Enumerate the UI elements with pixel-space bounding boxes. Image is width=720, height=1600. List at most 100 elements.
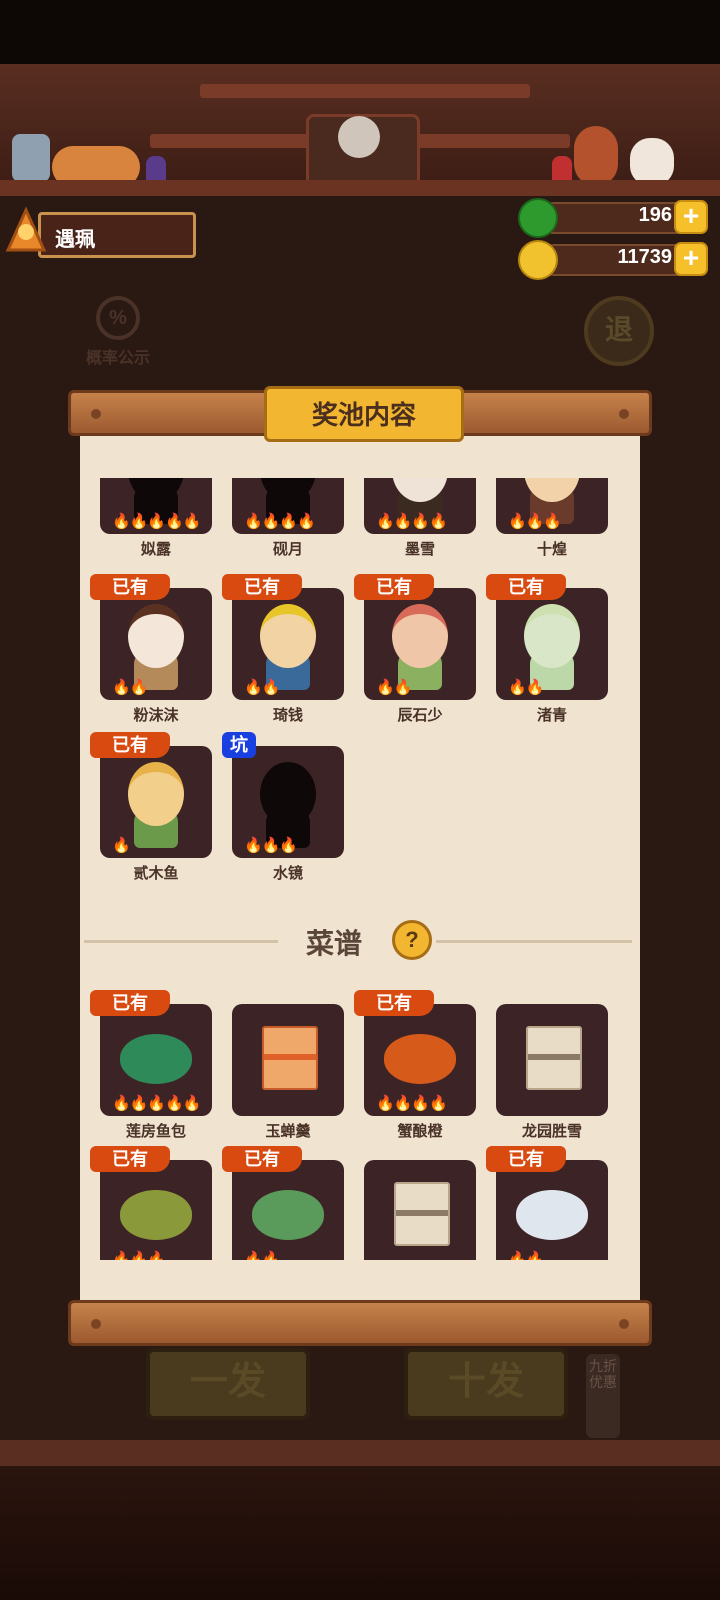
roof-backdrop [0,64,720,194]
recipe-section-header: 菜谱 ? [80,916,640,966]
character-card[interactable]: 🔥🔥 已有 粉沫沫 [90,574,212,724]
rarity-flames: 🔥🔥🔥🔥 [376,1095,448,1112]
character-portrait [260,762,316,826]
player-name: 遇珮 [55,229,95,251]
recipe-card[interactable]: 🔥🔥🔥 已有 [90,1146,212,1260]
chef-character-icon [574,126,618,186]
character-portrait [524,604,580,668]
modal-title: 奖池内容 [311,400,416,430]
character-card[interactable]: 🔥🔥 已有辰石少 [354,574,476,724]
character-portrait [128,604,184,668]
rarity-flames: 🔥🔥 [244,1251,280,1260]
card-label: 砚月 [272,541,303,558]
character-card[interactable]: 🔥🔥🔥 十煌 [496,478,608,558]
card-label: 粉沫沫 [133,707,179,724]
shelf [0,180,720,196]
card-label: 渚青 [536,707,567,724]
scroll-rod-bottom [68,1300,652,1346]
help-icon[interactable]: ? [392,920,432,960]
rarity-flames: 🔥🔥🔥🔥 [244,513,316,530]
rarity-flames: 🔥🔥🔥 [508,513,562,530]
character-card[interactable]: 🔥🔥🔥🔥 砚月 [232,478,344,558]
player-rank-icon [5,206,47,252]
add-coins-button[interactable]: + [674,242,708,276]
paw-poster-icon [12,134,50,182]
card-tile: 🔥🔥🔥🔥🔥 [100,478,212,534]
recipe-card[interactable]: 🔥🔥🔥🔥 已有 蟹酿橙 [354,990,476,1140]
card-tile: 🔥🔥🔥🔥 [364,1004,476,1116]
owned-badge: 已有 [90,1146,170,1172]
roof-beam [200,84,530,98]
status-bar [0,0,720,64]
card-label: 莲房鱼包 [125,1123,186,1140]
card-label: 蟹酿橙 [397,1123,443,1140]
card-tile: 🔥🔥🔥 [100,1160,212,1260]
modal-title-plate: 奖池内容 [264,386,464,442]
dish-icon [120,1034,192,1084]
pit-badge: 坑 [222,732,256,758]
character-card[interactable]: 🔥🔥🔥🔥🔥 姒露 [100,478,212,558]
recipe-card[interactable]: 🔥🔥🔥🔥🔥 已有 莲房鱼包 [90,990,212,1140]
prize-list[interactable]: 🔥🔥🔥🔥🔥 姒露 🔥🔥🔥🔥 砚月 🔥🔥🔥🔥 墨雪 🔥🔥🔥 十煌 🔥🔥 已有 粉沫沫 🔥🔥 已有 琦钱 🔥🔥 已… [80,478,640,1260]
card-label: 十煌 [536,541,567,558]
divider [436,940,632,943]
coin-icon [518,240,558,280]
rarity-flames: 🔥🔥 [376,679,412,696]
rarity-flames: 🔥🔥🔥🔥 [376,513,448,530]
white-cat-icon [630,138,674,186]
character-portrait [392,604,448,668]
percent-icon: % [96,296,140,340]
recipe-section-title: 菜谱 [306,928,363,959]
card-tile: 🔥🔥 [496,1160,608,1260]
player-name-box: 遇珮 [38,212,196,258]
character-portrait [260,604,316,668]
jade-icon [518,198,558,238]
card-label: 姒露 [140,541,171,558]
recipe-card[interactable]: 龙园胜雪 [496,1004,608,1140]
character-card[interactable]: 🔥🔥 已有 琦钱 [222,574,344,724]
card-tile [496,1004,608,1116]
owned-badge: 已有 [222,1146,302,1172]
single-pull-button[interactable]: 一发 [146,1348,310,1420]
player-name-badge[interactable]: 遇珮 [4,206,196,258]
exit-button[interactable]: 退 [584,296,654,366]
recipe-scroll-icon [394,1182,450,1246]
card-tile: 🔥🔥 [232,1160,344,1260]
owned-badge: 已有 [90,732,170,758]
card-label: 龙园胜雪 [521,1123,582,1140]
card-label: 水镜 [272,865,303,882]
character-card[interactable]: 🔥🔥🔥 坑水镜 [222,732,344,882]
card-tile: 🔥🔥 [364,588,476,700]
probability-label: 概率公示 [85,350,150,367]
character-card[interactable]: 🔥🔥 已有 渚青 [486,574,608,724]
recipe-card[interactable]: 玉蝉羹 [232,1004,344,1140]
card-tile [232,1004,344,1116]
rarity-flames: 🔥🔥🔥 [244,837,298,854]
card-tile: 🔥🔥 [100,588,212,700]
character-card[interactable]: 🔥 已有 贰木鱼 [90,732,212,882]
ten-pull-button[interactable]: 十发 [404,1348,568,1420]
card-tile: 🔥 [100,746,212,858]
raccoon-mascot-icon [338,116,380,158]
rarity-flames: 🔥🔥🔥 [112,1251,166,1260]
rarity-flames: 🔥 [112,837,131,854]
recipe-card[interactable] [364,1160,476,1260]
owned-badge: 已有 [222,574,302,600]
add-jade-button[interactable]: + [674,200,708,234]
card-tile: 🔥🔥🔥 [232,746,344,858]
recipe-scroll-icon [262,1026,318,1090]
card-label: 辰石少 [397,707,443,724]
rod-nail [91,1319,101,1329]
recipe-card[interactable]: 🔥🔥 已有 [486,1146,608,1260]
rarity-flames: 🔥🔥 [508,679,544,696]
rod-nail [619,409,629,419]
probability-button[interactable]: % 概率公示 [78,296,158,367]
rarity-flames: 🔥🔥 [112,679,148,696]
owned-badge: 已有 [354,574,434,600]
jade-value: 196 [638,204,672,226]
jade-currency: 196 + [518,198,708,238]
rarity-flames: 🔥🔥 [508,1251,544,1260]
dish-icon [120,1190,192,1240]
character-card[interactable]: 🔥🔥🔥🔥 墨雪 [364,478,476,558]
recipe-card[interactable]: 🔥🔥 已有 [222,1146,344,1260]
